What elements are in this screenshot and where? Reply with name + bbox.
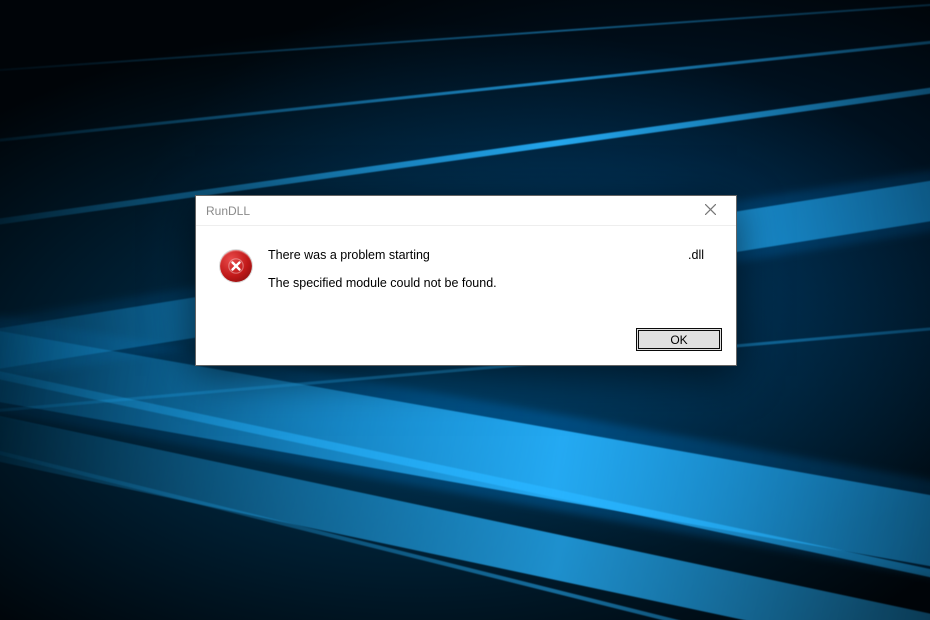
rundll-error-dialog: RunDLL There was a problem startin	[195, 195, 737, 366]
dialog-content: There was a problem starting .dll The sp…	[196, 226, 736, 318]
dialog-title: RunDLL	[206, 204, 250, 218]
ok-button[interactable]: OK	[636, 328, 722, 351]
close-icon	[705, 204, 716, 218]
error-message-line1-left: There was a problem starting	[268, 248, 430, 262]
error-message-line1-right: .dll	[688, 248, 710, 262]
error-icon	[220, 250, 252, 282]
close-button[interactable]	[690, 198, 730, 224]
titlebar[interactable]: RunDLL	[196, 196, 736, 226]
button-bar: OK	[196, 318, 736, 365]
error-message-line2: The specified module could not be found.	[268, 276, 710, 290]
error-message-line1: There was a problem starting .dll	[268, 248, 710, 262]
